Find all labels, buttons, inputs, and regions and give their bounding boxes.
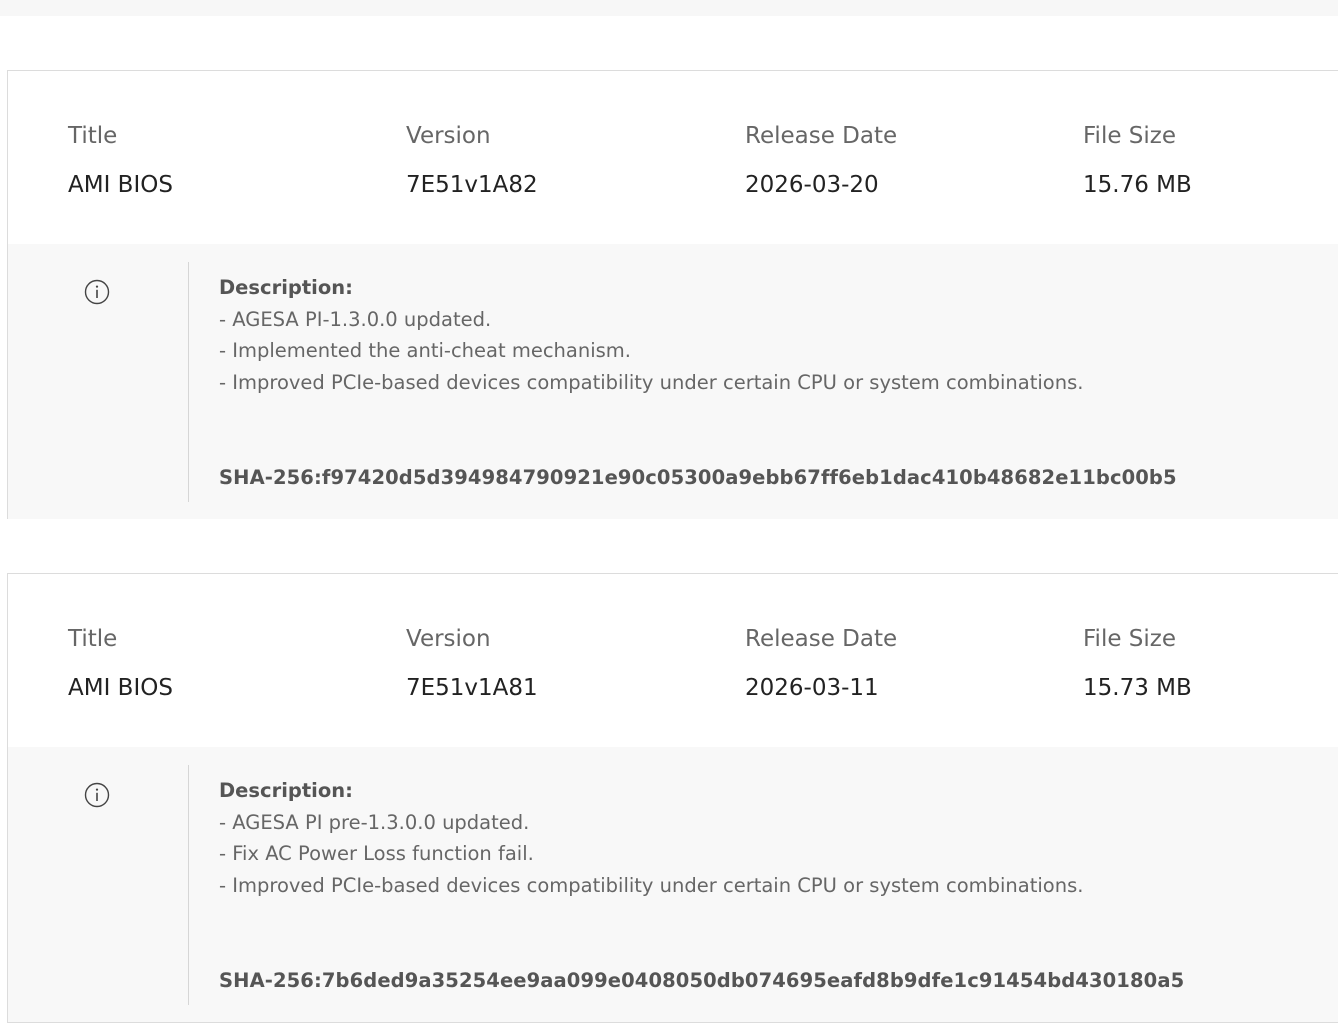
version-column: Version 7E51v1A81 (406, 624, 538, 703)
previous-card-bottom (0, 0, 1338, 16)
release-summary: Title AMI BIOS Version 7E51v1A81 Release… (8, 574, 1338, 747)
title-label: Title (68, 123, 118, 149)
title-value: AMI BIOS (68, 172, 173, 198)
release-date-label: Release Date (745, 123, 898, 149)
description-line: - Improved PCIe-based devices compatibil… (219, 873, 1084, 897)
title-column: Title AMI BIOS (68, 624, 173, 703)
sha256-value: 7b6ded9a35254ee9aa099e0408050db074695eaf… (321, 969, 1185, 992)
file-size-value: 15.76 MB (1083, 172, 1192, 198)
release-card: Title AMI BIOS Version 7E51v1A81 Release… (7, 573, 1338, 1023)
file-size-label: File Size (1083, 123, 1177, 149)
info-circle-icon (84, 782, 110, 808)
sha256-value: f97420d5d394984790921e90c05300a9ebb67ff6… (321, 466, 1177, 489)
description-line: - Improved PCIe-based devices compatibil… (219, 370, 1084, 394)
version-label: Version (406, 123, 491, 149)
release-details: Description: - AGESA PI-1.3.0.0 updated.… (8, 244, 1338, 519)
release-date-value: 2026-03-11 (745, 675, 879, 701)
release-details: Description: - AGESA PI pre-1.3.0.0 upda… (8, 747, 1338, 1022)
description-line: - Implemented the anti-cheat mechanism. (219, 339, 631, 362)
sha256-checksum: SHA-256:f97420d5d394984790921e90c05300a9… (219, 466, 1177, 489)
details-divider (188, 765, 189, 1005)
title-column: Title AMI BIOS (68, 121, 173, 200)
version-column: Version 7E51v1A82 (406, 121, 538, 200)
title-value: AMI BIOS (68, 675, 173, 701)
details-divider (188, 262, 189, 502)
description-line: - AGESA PI pre-1.3.0.0 updated. (219, 810, 530, 834)
description-title: Description: (219, 276, 353, 299)
release-date-column: Release Date 2026-03-11 (745, 624, 897, 703)
sha256-checksum: SHA-256:7b6ded9a35254ee9aa099e0408050db0… (219, 969, 1184, 992)
description-line: - Fix AC Power Loss function fail. (219, 842, 534, 865)
description: Description: - AGESA PI-1.3.0.0 updated.… (219, 272, 1326, 398)
sha256-label: SHA-256: (219, 466, 322, 489)
release-date-column: Release Date 2026-03-20 (745, 121, 897, 200)
release-date-label: Release Date (745, 626, 898, 652)
version-value: 7E51v1A82 (406, 172, 538, 198)
version-value: 7E51v1A81 (406, 675, 538, 701)
info-circle-icon (84, 279, 110, 305)
description-title: Description: (219, 779, 353, 802)
description-line: - AGESA PI-1.3.0.0 updated. (219, 307, 492, 331)
release-summary: Title AMI BIOS Version 7E51v1A82 Release… (8, 71, 1338, 244)
version-label: Version (406, 626, 491, 652)
sha256-label: SHA-256: (219, 969, 322, 992)
release-date-value: 2026-03-20 (745, 172, 879, 198)
description: Description: - AGESA PI pre-1.3.0.0 upda… (219, 775, 1326, 901)
file-size-value: 15.73 MB (1083, 675, 1192, 701)
file-size-column: File Size 15.73 MB (1083, 624, 1192, 703)
file-size-label: File Size (1083, 626, 1177, 652)
file-size-column: File Size 15.76 MB (1083, 121, 1192, 200)
title-label: Title (68, 626, 118, 652)
release-card: Title AMI BIOS Version 7E51v1A82 Release… (7, 70, 1338, 519)
